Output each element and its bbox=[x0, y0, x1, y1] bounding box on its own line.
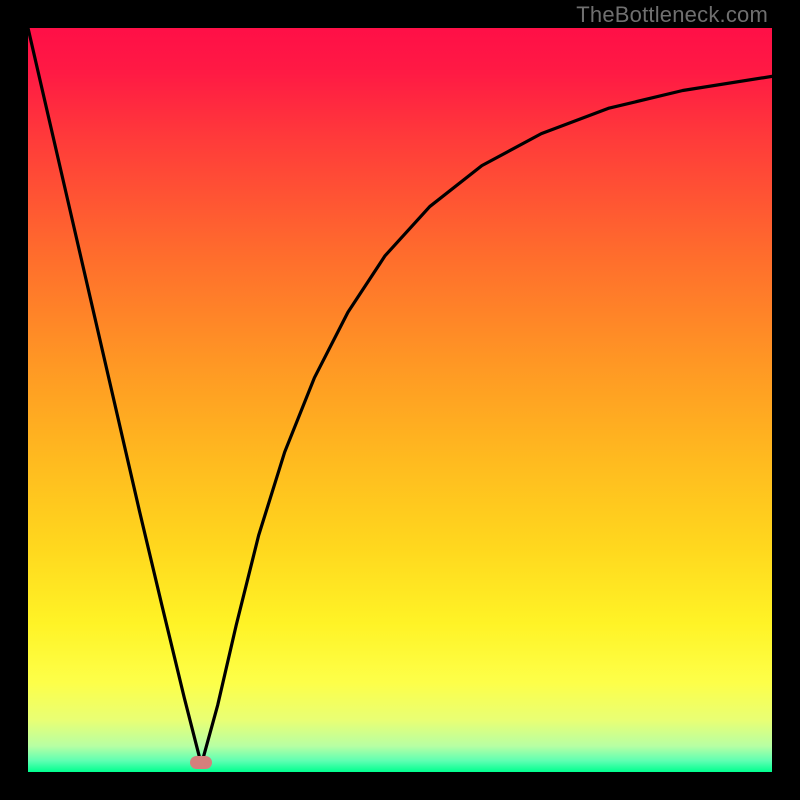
chart-curve-layer bbox=[28, 28, 772, 772]
optimum-marker bbox=[190, 756, 212, 769]
bottleneck-curve bbox=[28, 28, 772, 765]
watermark-text: TheBottleneck.com bbox=[576, 2, 768, 28]
